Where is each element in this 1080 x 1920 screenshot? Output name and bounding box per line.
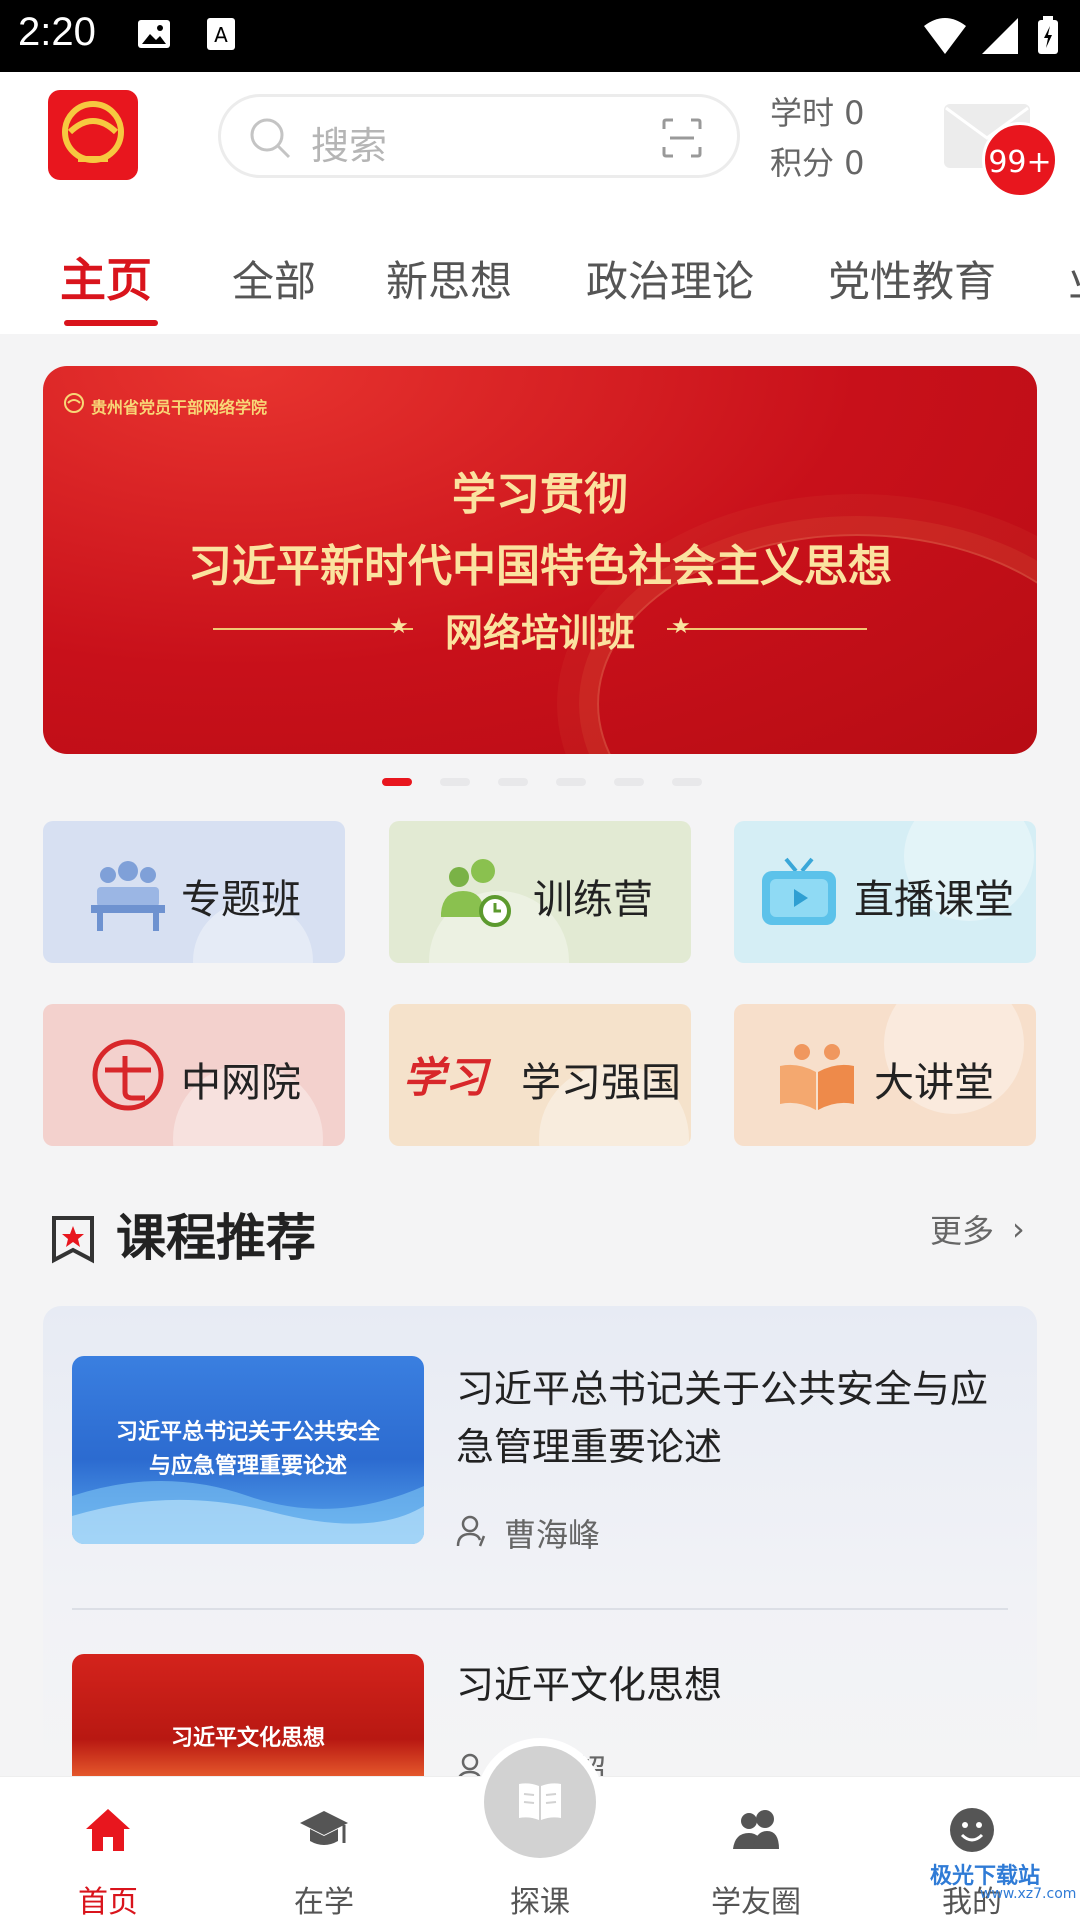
tv-play-icon — [762, 857, 836, 925]
tab-all[interactable]: 全部 — [232, 248, 316, 309]
tab-party-education[interactable]: 党性教育 — [828, 248, 996, 309]
page-dot — [556, 778, 586, 786]
study-points: 积分 0 — [770, 144, 865, 182]
course-author: 曹海峰 — [504, 1516, 601, 1554]
thumbnail-caption: 习近平文化思想 — [170, 1726, 325, 1751]
active-tab-indicator — [64, 320, 158, 326]
readers-icon — [780, 1044, 854, 1110]
app-logo[interactable] — [48, 90, 138, 180]
page-dot — [614, 778, 644, 786]
search-bar[interactable]: 搜索 — [218, 94, 740, 178]
section-title: 课程推荐 — [116, 1209, 316, 1267]
tab-more-partial[interactable]: 业 — [1068, 248, 1080, 309]
quick-link-label: 学习强国 — [521, 1060, 681, 1106]
nav-label: 在学 — [294, 1885, 354, 1920]
quick-link-label: 专题班 — [181, 877, 301, 923]
nav-label: 学友圈 — [711, 1885, 801, 1920]
page-dot — [672, 778, 702, 786]
chevron-right-icon[interactable]: › — [1012, 1210, 1025, 1248]
quick-link-label: 大讲堂 — [874, 1060, 994, 1106]
watermark-url: www.xz7.com — [980, 1886, 1077, 1902]
course-thumbnail[interactable]: 习近平文化思想 — [72, 1654, 424, 1776]
quick-link-label: 训练营 — [533, 877, 653, 923]
course-divider — [72, 1608, 1008, 1610]
wifi-icon — [924, 18, 966, 54]
nav-home[interactable]: 首页 — [0, 1777, 216, 1920]
quick-link-special-class[interactable]: 专题班 — [43, 821, 345, 963]
nav-label: 首页 — [78, 1885, 138, 1920]
thumbnail-caption: 与应急管理重要论述 — [148, 1454, 347, 1479]
page-dot-active — [382, 778, 412, 786]
banner-line-3: 网络培训班 — [444, 611, 635, 655]
battery-icon — [1038, 16, 1058, 54]
scan-icon[interactable] — [661, 117, 703, 159]
status-time: 2:20 — [18, 10, 96, 54]
quick-link-cnaeln[interactable]: 中网院 — [43, 1004, 345, 1146]
course-title[interactable]: 习近平文化思想 — [456, 1656, 1016, 1714]
banner-rule-left — [213, 628, 413, 630]
signal-icon — [982, 18, 1018, 54]
banner-org: 贵州省党员干部网络学院 — [91, 398, 268, 417]
quick-link-xuexi-qiangguo[interactable]: 学习 学习强国 — [389, 1004, 691, 1146]
tab-political-theory[interactable]: 政治理论 — [586, 248, 754, 309]
cnaeln-logo-icon — [92, 1039, 164, 1111]
classroom-icon — [91, 861, 165, 931]
star-icon: ★ — [671, 614, 691, 639]
smile-icon — [950, 1808, 994, 1852]
nav-friends[interactable]: 学友圈 — [648, 1777, 864, 1920]
quick-link-label: 中网院 — [181, 1060, 301, 1106]
course-title[interactable]: 习近平总书记关于公共安全与应急管理重要论述 — [456, 1360, 1016, 1476]
party-emblem-icon — [62, 101, 124, 163]
app-header: 搜索 学时 0 积分 0 99+ 主页 全部 新思想 政治理论 党性教育 业 — [0, 72, 1080, 334]
bookmark-star-icon — [52, 1216, 94, 1264]
page-dot — [498, 778, 528, 786]
category-tabs: 主页 全部 新思想 政治理论 党性教育 业 — [0, 240, 1080, 334]
search-icon — [250, 118, 291, 159]
image-icon — [138, 20, 170, 48]
banner-rule-right — [667, 628, 867, 630]
teacher-icon — [456, 1515, 486, 1547]
more-link[interactable]: 更多 — [930, 1206, 994, 1252]
course-thumbnail[interactable]: 习近平总书记关于公共安全 与应急管理重要论述 — [72, 1356, 424, 1544]
search-placeholder: 搜索 — [311, 124, 388, 168]
promo-banner[interactable]: 贵州省党员干部网络学院 学习贯彻 习近平新时代中国特色社会主义思想 网络培训班 … — [43, 366, 1037, 754]
study-hours: 学时 0 — [770, 94, 865, 132]
graduation-cap-icon — [300, 1811, 348, 1845]
open-book-icon — [519, 1783, 561, 1820]
banner-line-1: 学习贯彻 — [452, 469, 628, 520]
star-icon: ★ — [389, 614, 409, 639]
quick-link-live-class[interactable]: 直播课堂 — [734, 821, 1036, 963]
people-icon — [733, 1810, 779, 1849]
tab-new-thought[interactable]: 新思想 — [386, 248, 512, 309]
home-icon — [86, 1809, 130, 1851]
quick-link-label: 直播课堂 — [854, 877, 1014, 923]
quick-link-training-camp[interactable]: 训练营 — [389, 821, 691, 963]
status-bar: 2:20 A — [0, 0, 1080, 72]
group-clock-icon — [441, 859, 511, 927]
tab-home[interactable]: 主页 — [60, 244, 152, 310]
banner-line-2: 习近平新时代中国特色社会主义思想 — [188, 541, 892, 592]
thumbnail-caption: 习近平总书记关于公共安全 — [115, 1420, 380, 1445]
svg-text:A: A — [214, 23, 228, 47]
emblem-icon — [64, 393, 84, 413]
text-icon: A — [207, 18, 235, 50]
xuexi-logo-icon: 学习 — [403, 1053, 492, 1102]
page-dot — [440, 778, 470, 786]
nav-studying[interactable]: 在学 — [216, 1777, 432, 1920]
study-stats[interactable]: 学时 0 积分 0 — [770, 88, 865, 188]
explore-center-button[interactable] — [484, 1746, 596, 1858]
svg-text:学习: 学习 — [403, 1053, 492, 1102]
message-badge: 99+ — [982, 122, 1058, 198]
quick-link-lecture-hall[interactable]: 大讲堂 — [734, 1004, 1036, 1146]
nav-label: 探课 — [510, 1885, 570, 1920]
